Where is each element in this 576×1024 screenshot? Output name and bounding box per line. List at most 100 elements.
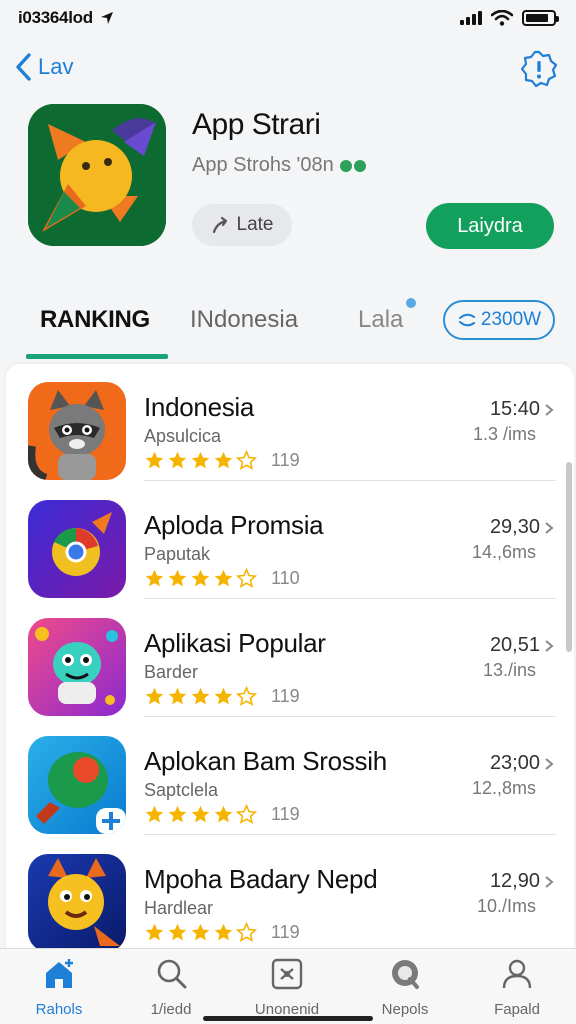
rating-stars: 119 xyxy=(144,922,300,943)
star-filled-icon xyxy=(214,805,233,823)
app-icon xyxy=(28,854,126,952)
wifi-icon xyxy=(491,10,513,26)
app-icon xyxy=(28,500,126,598)
app-size: 29,30 xyxy=(490,516,556,539)
tab-notification-dot xyxy=(406,298,416,308)
rating-stars: 119 xyxy=(144,450,300,471)
rating-count: 110 xyxy=(271,568,300,588)
app-subtitle: App Strohs '08n xyxy=(192,154,366,177)
star-filled-icon xyxy=(168,569,187,587)
tab-search[interactable]: 1/iedd xyxy=(116,957,226,1018)
app-size: 20,51 xyxy=(490,634,556,657)
scrollbar[interactable] xyxy=(566,462,572,652)
raccoon-app-icon xyxy=(28,382,126,480)
home-icon xyxy=(46,959,73,988)
filter-pill-button[interactable]: 2300W xyxy=(443,300,555,340)
star-filled-icon xyxy=(168,451,187,469)
app-size: 23;00 xyxy=(490,752,556,775)
star-filled-icon xyxy=(168,923,187,941)
app-size-detail: 14.,6ms xyxy=(471,542,536,562)
app-size-value: 23;00 xyxy=(489,752,540,774)
rating-count: 119 xyxy=(271,804,300,824)
location-arrow-icon xyxy=(100,12,113,24)
list-item[interactable]: Indonesia Apsulcica 119 15:40 1.3 /ims xyxy=(6,364,574,481)
app-name: Indonesia xyxy=(144,392,255,422)
updates-icon xyxy=(392,960,419,989)
battery-icon xyxy=(522,10,559,26)
app-logo-icon xyxy=(28,104,166,246)
get-button[interactable]: Laiydra xyxy=(426,203,554,249)
status-left: i03364lod xyxy=(18,8,115,28)
star-outline-icon xyxy=(236,450,257,470)
star-filled-icon xyxy=(214,569,233,587)
nav-bar: Lav xyxy=(0,44,576,96)
chevron-right-icon xyxy=(545,757,554,770)
star-filled-icon xyxy=(191,687,210,705)
category-tabs: RANKING INdonesia Lala 2300W xyxy=(0,290,576,362)
tab-apps[interactable]: Unonenid xyxy=(232,957,342,1018)
star-filled-icon xyxy=(145,805,164,823)
star-outline-icon xyxy=(236,568,257,588)
star-filled-icon xyxy=(214,451,233,469)
cellular-signal-icon xyxy=(460,11,482,25)
tab-indonesia[interactable]: INdonesia xyxy=(190,306,298,334)
tab-home[interactable]: Rahols xyxy=(4,957,114,1018)
star-filled-icon xyxy=(191,569,210,587)
app-name: Aplikasi Popular xyxy=(144,628,326,658)
chevron-left-icon xyxy=(16,53,31,81)
rating-count: 119 xyxy=(271,686,300,706)
app-header: App Strari App Strohs '08n Late Laiydra xyxy=(0,100,576,260)
app-title: App Strari xyxy=(192,108,321,141)
rating-stars: 119 xyxy=(144,686,300,707)
divider xyxy=(144,834,556,835)
tab-profile[interactable]: Fapald xyxy=(462,957,572,1018)
star-outline-icon xyxy=(236,804,257,824)
star-filled-icon xyxy=(191,923,210,941)
app-category: Apsulcica xyxy=(144,426,222,446)
app-size-detail: 13./ins xyxy=(482,660,536,680)
list-item[interactable]: Aplokan Bam Srossih Saptclela 119 23;00 … xyxy=(6,718,574,835)
star-filled-icon xyxy=(168,805,187,823)
list-item[interactable]: Mpoha Badary Nepd Hardlear 119 12,90 10.… xyxy=(6,836,574,953)
star-filled-icon xyxy=(168,687,187,705)
active-tab-indicator xyxy=(26,354,168,359)
tab-updates[interactable]: Nepols xyxy=(350,957,460,1018)
fox-app-icon xyxy=(28,854,126,952)
tab-ranking[interactable]: RANKING xyxy=(40,306,150,334)
tab-profile-label: Fapald xyxy=(494,1001,540,1018)
app-category: Barder xyxy=(144,662,199,682)
badge-icon[interactable] xyxy=(520,50,558,88)
share-arrow-icon xyxy=(212,216,227,234)
status-bar: i03364lod xyxy=(0,0,576,36)
share-label: Late xyxy=(236,214,274,235)
list-item[interactable]: Aplikasi Popular Barder 119 20,51 13./in… xyxy=(6,600,574,717)
search-icon xyxy=(157,959,187,989)
chevron-right-icon xyxy=(545,639,554,652)
chevron-right-icon xyxy=(545,403,554,416)
app-size-detail: 12.,8ms xyxy=(471,778,536,798)
star-outline-icon xyxy=(236,922,257,942)
app-icon xyxy=(28,736,126,834)
share-button[interactable]: Late xyxy=(192,204,292,246)
app-name: Aploda Promsia xyxy=(144,510,324,540)
star-filled-icon xyxy=(214,923,233,941)
back-button[interactable]: Lav xyxy=(14,52,73,82)
divider xyxy=(144,716,556,717)
app-subtitle-text: App Strohs '08n xyxy=(192,154,334,176)
star-filled-icon xyxy=(145,451,164,469)
divider xyxy=(144,598,556,599)
app-category: Paputak xyxy=(144,544,211,564)
list-item[interactable]: Aploda Promsia Paputak 110 29,30 14.,6ms xyxy=(6,482,574,599)
app-size-value: 29,30 xyxy=(489,516,540,538)
battery-level xyxy=(526,14,549,22)
star-filled-icon xyxy=(191,451,210,469)
app-size-value: 12,90 xyxy=(489,870,540,892)
bottom-tab-bar: Rahols 1/iedd Unonenid Nepols Fapald xyxy=(0,948,576,1024)
monster-app-icon xyxy=(28,618,126,716)
status-time: i03364lod xyxy=(18,8,93,27)
tab-lala[interactable]: Lala xyxy=(358,306,403,334)
developer-badge-icon xyxy=(339,159,366,172)
rating-stars: 110 xyxy=(144,568,300,589)
chevron-right-icon xyxy=(545,521,554,534)
rating-count: 119 xyxy=(271,450,300,470)
